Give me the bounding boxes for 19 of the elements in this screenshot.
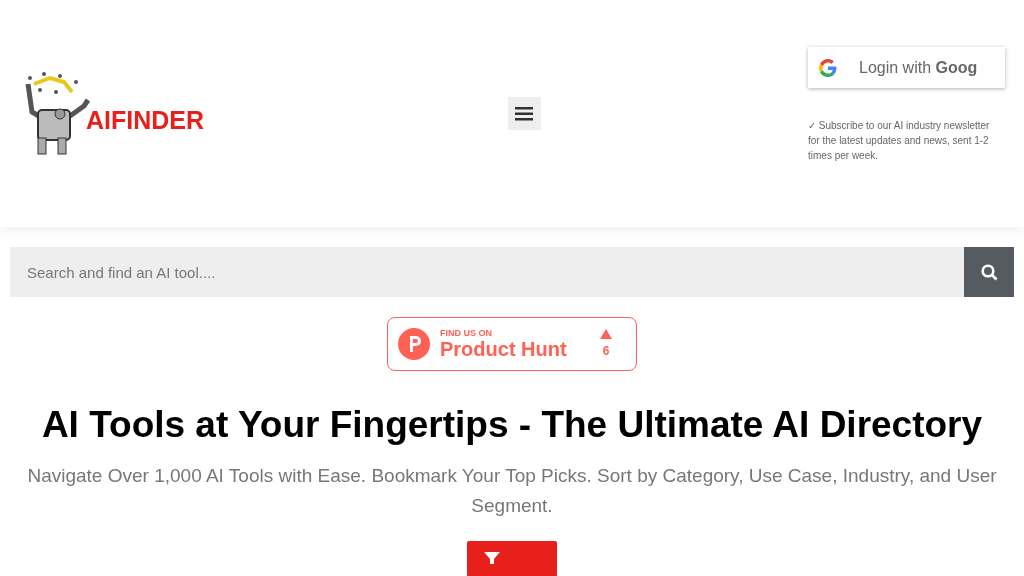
product-hunt-badge[interactable]: FIND US ON Product Hunt 6 [387,317,637,371]
badge-kicker: FIND US ON [440,328,493,338]
funnel-icon [484,552,500,564]
google-login-button[interactable]: Login with Goog [808,47,1005,88]
hero-title: AI Tools at Your Fingertips - The Ultimate AI Directory [40,403,984,447]
filter-button[interactable] [467,541,557,576]
badge-title: Product Hunt [440,338,568,360]
search-field[interactable]: Search and find an AI tool.... [10,247,964,297]
search-icon [980,263,998,281]
logo-text: AIFINDER [86,104,205,136]
upvote-icon [600,328,612,339]
google-icon [819,58,837,77]
menu-icon [515,106,533,121]
hero-subtitle: Navigate Over 1,000 AI Tools with Ease. Bookmark Your Top Picks. Sort by Category, Use Case, Industry, and User Segment. [26,464,998,518]
search-button[interactable] [964,247,1014,297]
menu-button[interactable] [507,97,541,130]
vote-count: 6 [602,342,610,360]
p-logo-icon [398,328,430,360]
newsletter-note: ✓ Subscribe to our AI industry newsletter for the latest updates and news, sent 1-2 times per week. [808,119,991,163]
